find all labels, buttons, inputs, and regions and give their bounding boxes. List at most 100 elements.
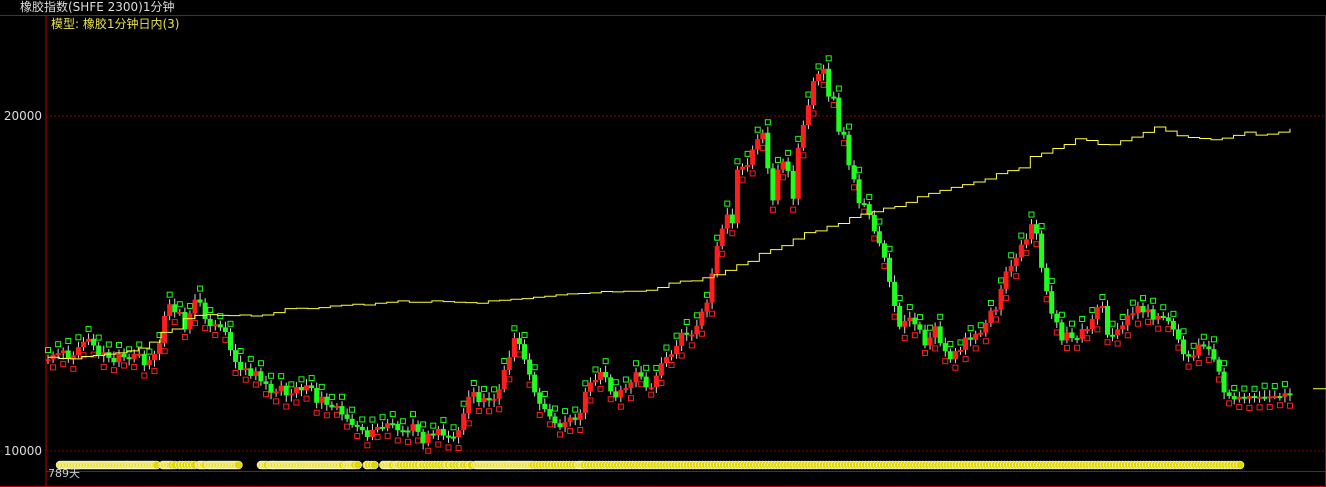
price-candle <box>1150 309 1156 320</box>
sell-marker <box>486 408 493 415</box>
price-candle <box>288 393 294 396</box>
buy-marker <box>146 348 153 355</box>
buy-marker <box>906 304 913 311</box>
price-candle <box>197 299 203 303</box>
price-candle <box>714 245 720 274</box>
sell-marker <box>212 331 219 338</box>
window-title: 橡胶指数(SHFE 2300)1分钟 <box>20 0 175 14</box>
price-candle <box>851 165 857 180</box>
price-candle <box>734 169 740 224</box>
buy-marker <box>136 341 143 348</box>
price-candle <box>760 132 766 140</box>
price-candle <box>1160 315 1166 318</box>
price-candle <box>395 423 401 431</box>
price-candle <box>973 333 979 340</box>
price-candle <box>238 361 244 370</box>
price-candle <box>369 429 375 437</box>
sell-marker <box>1063 344 1070 351</box>
price-candle <box>304 385 310 391</box>
y-tick-label-20000: 20000 <box>4 109 42 123</box>
sell-marker <box>1033 241 1040 248</box>
price-candle <box>780 161 786 170</box>
buy-marker <box>227 320 234 327</box>
price-candle <box>993 309 999 312</box>
price-candle <box>755 139 761 150</box>
buy-marker <box>562 408 569 415</box>
sell-marker <box>1084 335 1091 342</box>
price-candle <box>1181 339 1187 355</box>
price-candle <box>324 396 330 405</box>
buy-marker <box>268 372 275 379</box>
sell-marker <box>932 345 939 352</box>
price-candle <box>75 347 81 356</box>
price-candle <box>1074 338 1080 341</box>
sell-marker <box>465 420 472 427</box>
price-candle <box>80 341 86 348</box>
price-candle <box>618 390 624 398</box>
sell-marker <box>982 338 989 345</box>
price-candle <box>227 332 233 351</box>
sell-marker <box>1266 403 1273 410</box>
sell-marker <box>181 333 188 340</box>
price-candle <box>1216 359 1222 372</box>
sell-marker <box>719 250 726 257</box>
price-candle <box>765 132 771 169</box>
buy-marker <box>1058 311 1065 318</box>
buy-marker <box>1028 211 1035 218</box>
sell-marker <box>678 352 685 359</box>
buy-marker <box>704 291 711 298</box>
buy-marker <box>998 277 1005 284</box>
buy-marker <box>460 400 467 407</box>
price-candle <box>729 214 735 224</box>
sell-marker <box>404 438 411 445</box>
price-candle <box>420 431 426 444</box>
price-candle <box>1211 349 1217 360</box>
price-candle <box>440 428 446 436</box>
price-candle <box>298 387 304 391</box>
sell-marker <box>161 348 168 355</box>
sell-marker <box>232 369 239 376</box>
buy-marker <box>369 416 376 423</box>
sell-marker <box>70 365 77 372</box>
price-candle <box>988 310 994 324</box>
sell-marker <box>1074 344 1081 351</box>
price-candle <box>253 371 259 376</box>
price-candle <box>866 204 872 215</box>
buy-marker <box>207 307 214 314</box>
buy-marker <box>115 341 122 348</box>
sell-marker <box>769 206 776 213</box>
price-candle <box>841 131 847 135</box>
price-candle <box>1206 346 1212 350</box>
price-candle <box>385 423 391 429</box>
price-candle <box>684 332 690 335</box>
sell-marker <box>415 437 422 444</box>
sell-marker <box>638 381 645 388</box>
price-candle <box>679 332 685 346</box>
sell-marker <box>252 381 259 388</box>
price-candle <box>542 403 548 410</box>
price-candle <box>106 352 112 358</box>
buy-marker <box>1271 383 1278 390</box>
price-candle <box>633 372 639 383</box>
buy-marker <box>633 360 640 367</box>
price-candle <box>461 413 467 431</box>
price-candle <box>1272 396 1278 399</box>
sell-marker <box>911 332 918 339</box>
buy-marker <box>166 291 173 298</box>
buy-marker <box>1079 315 1086 322</box>
sell-marker <box>100 363 107 370</box>
price-candle <box>1110 334 1116 337</box>
price-candle <box>1221 371 1227 393</box>
price-candle <box>364 430 370 437</box>
price-candle <box>932 326 938 338</box>
sell-marker <box>1287 402 1293 409</box>
sell-marker <box>1124 332 1131 339</box>
buy-marker <box>399 418 406 425</box>
sell-marker <box>1256 404 1263 411</box>
price-candle <box>750 149 756 165</box>
price-candle <box>45 359 51 362</box>
sell-marker <box>1165 326 1172 333</box>
price-candle <box>425 433 431 444</box>
sell-marker <box>394 437 401 444</box>
sell-marker <box>242 376 249 383</box>
